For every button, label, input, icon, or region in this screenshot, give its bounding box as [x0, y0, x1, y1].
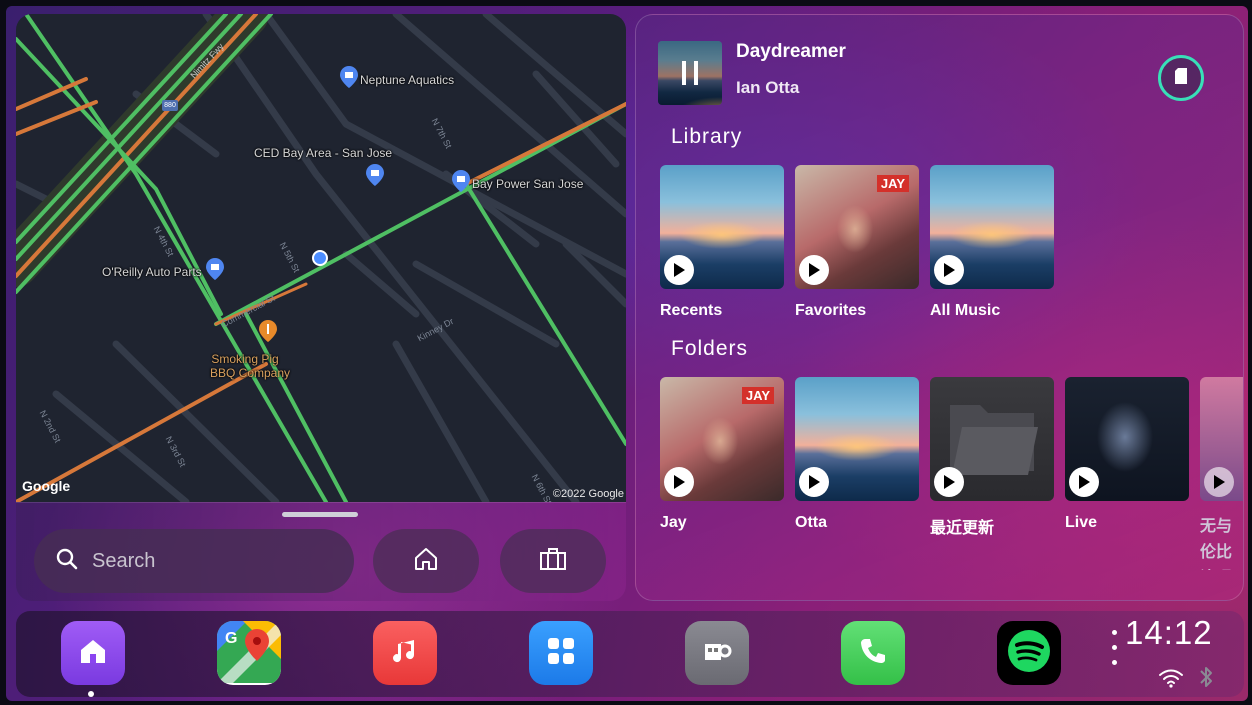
drag-handle[interactable]	[282, 512, 358, 517]
active-app-indicator	[88, 691, 94, 697]
source-button[interactable]	[1158, 55, 1204, 101]
library-label[interactable]: Favorites	[795, 302, 866, 320]
dock-app-launcher[interactable]	[529, 621, 593, 685]
library-tile-all-music[interactable]	[930, 165, 1054, 289]
phone-icon	[858, 636, 888, 671]
folder-label[interactable]: Otta	[795, 514, 827, 532]
library-tile-recents[interactable]	[660, 165, 784, 289]
highway-shield: 880	[162, 100, 178, 111]
google-logo: Google	[22, 478, 71, 494]
map-view[interactable]: Neptune Aquatics CED Bay Area - San Jose…	[16, 14, 626, 502]
folder-tile-recent-updates[interactable]	[930, 377, 1054, 501]
spotify-icon	[1007, 629, 1051, 678]
restaurant-pin-icon[interactable]	[259, 320, 277, 342]
poi-label: CED Bay Area - San Jose	[254, 146, 393, 160]
map-copyright: ©2022 Google	[552, 488, 624, 500]
search-input[interactable]: Search	[34, 529, 354, 593]
search-icon	[56, 548, 78, 575]
library-title: Library	[671, 125, 743, 148]
folder-label[interactable]: Live	[1065, 514, 1097, 532]
poi-label: O'Reilly Auto Parts	[102, 265, 202, 279]
music-note-icon	[390, 636, 420, 671]
album-badge: JAY	[741, 387, 774, 404]
shop-pin-icon[interactable]	[366, 164, 384, 186]
folders-title: Folders	[671, 337, 749, 360]
poi-label: Bay Power San Jose	[472, 177, 584, 191]
folder-icon	[944, 397, 1040, 477]
folder-label[interactable]: Jay	[660, 514, 687, 532]
library-label[interactable]: Recents	[660, 302, 722, 320]
poi-label: Smoking Pig BBQ Company	[210, 352, 291, 380]
music-panel: Daydreamer Ian Otta Library JAY Recents …	[635, 14, 1244, 601]
folder-tile-live[interactable]	[1065, 377, 1189, 501]
folder-tile-otta[interactable]	[795, 377, 919, 501]
home-icon	[78, 636, 108, 671]
folder-label[interactable]: 最近更新	[930, 514, 994, 538]
home-button[interactable]	[373, 529, 479, 593]
play-icon[interactable]	[1204, 467, 1234, 497]
google-maps-icon: G	[217, 621, 281, 685]
album-badge: JAY	[876, 175, 909, 192]
play-icon[interactable]	[664, 255, 694, 285]
library-tile-favorites[interactable]: JAY	[795, 165, 919, 289]
current-location-marker	[312, 250, 328, 266]
play-icon[interactable]	[799, 255, 829, 285]
svg-text:G: G	[225, 630, 237, 647]
now-playing-artwork[interactable]	[658, 41, 722, 105]
navigation-panel: Search	[16, 502, 626, 601]
dock-app-spotify[interactable]	[997, 621, 1061, 685]
track-title: Daydreamer	[736, 41, 846, 62]
pause-icon[interactable]	[658, 41, 722, 105]
car-settings-icon	[701, 636, 733, 671]
folder-label[interactable]: 无与伦比演唱会 Live	[1200, 514, 1243, 570]
bluetooth-icon	[1198, 664, 1214, 695]
shop-pin-icon[interactable]	[340, 66, 358, 88]
folder-tile-concert[interactable]	[1200, 377, 1243, 501]
home-icon	[413, 546, 439, 577]
poi-label: Neptune Aquatics	[360, 73, 455, 87]
play-icon[interactable]	[1069, 467, 1099, 497]
play-icon[interactable]	[934, 467, 964, 497]
clock: 14:12	[1125, 614, 1213, 651]
grid-icon	[546, 636, 576, 671]
wifi-icon	[1158, 668, 1184, 693]
briefcase-icon	[539, 547, 567, 576]
more-options-icon[interactable]	[1112, 630, 1117, 675]
dock: G	[16, 611, 1244, 697]
play-icon[interactable]	[664, 467, 694, 497]
dock-app-music[interactable]	[373, 621, 437, 685]
track-artist: Ian Otta	[736, 78, 800, 97]
play-icon[interactable]	[934, 255, 964, 285]
search-placeholder: Search	[92, 549, 156, 572]
map-roads	[16, 14, 626, 502]
shop-pin-icon[interactable]	[206, 258, 224, 280]
sd-card-icon	[1173, 67, 1189, 90]
folder-tile-jay[interactable]: JAY	[660, 377, 784, 501]
play-icon[interactable]	[799, 467, 829, 497]
dock-app-phone[interactable]	[841, 621, 905, 685]
library-label[interactable]: All Music	[930, 302, 1000, 320]
dock-app-google-maps[interactable]: G	[217, 621, 281, 685]
dock-app-car-settings[interactable]	[685, 621, 749, 685]
shop-pin-icon[interactable]	[452, 170, 470, 192]
work-button[interactable]	[500, 529, 606, 593]
dock-app-home[interactable]	[61, 621, 125, 685]
